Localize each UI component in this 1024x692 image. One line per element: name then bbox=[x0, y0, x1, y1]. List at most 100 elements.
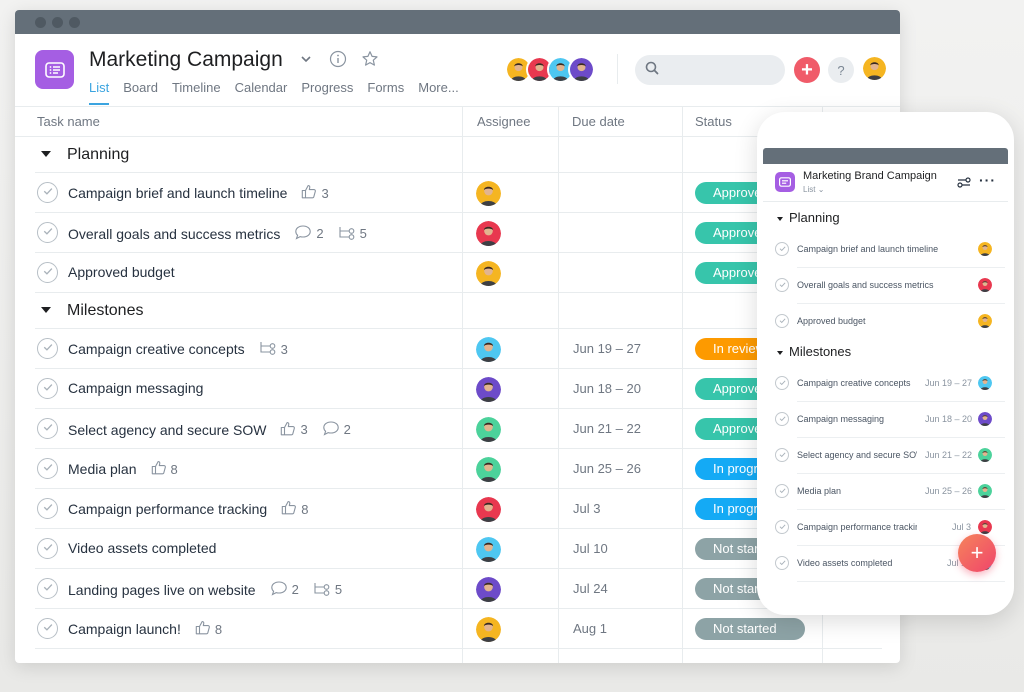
window-close-dot[interactable] bbox=[35, 16, 46, 28]
assignee-avatar[interactable] bbox=[476, 577, 501, 602]
complete-checkbox[interactable] bbox=[775, 412, 789, 426]
complete-checkbox[interactable] bbox=[775, 520, 789, 534]
due-date[interactable]: Jun 25 – 26 bbox=[573, 461, 641, 476]
member-avatar[interactable] bbox=[568, 56, 595, 83]
due-date[interactable]: Aug 1 bbox=[573, 621, 607, 636]
search-bar[interactable] bbox=[635, 55, 785, 85]
collapse-triangle-icon[interactable] bbox=[777, 216, 783, 221]
mobile-task-row[interactable]: Media plan Jun 25 – 26 bbox=[775, 474, 1005, 510]
subtasks-count[interactable]: 5 bbox=[313, 581, 342, 599]
likes-count[interactable]: 8 bbox=[195, 620, 222, 638]
assignee-avatar[interactable] bbox=[476, 537, 501, 562]
window-maximize-dot[interactable] bbox=[69, 16, 80, 28]
tab-progress[interactable]: Progress bbox=[301, 80, 353, 105]
mobile-assignee-avatar[interactable] bbox=[978, 448, 992, 462]
task-row[interactable]: Campaign brief and launch timeline 3 Appr… bbox=[35, 173, 882, 213]
task-row[interactable]: Video assets completed Jul 10 Not starte… bbox=[35, 529, 882, 569]
collapse-triangle-icon[interactable] bbox=[41, 151, 51, 157]
complete-checkbox[interactable] bbox=[37, 222, 58, 243]
complete-checkbox[interactable] bbox=[775, 376, 789, 390]
collapse-triangle-icon[interactable] bbox=[777, 350, 783, 355]
task-name[interactable]: Video assets completed bbox=[68, 540, 216, 556]
status-badge[interactable]: Not started bbox=[695, 618, 805, 640]
mobile-view-selector[interactable]: List ⌄ bbox=[803, 185, 824, 194]
task-row[interactable]: Media plan 8 Jun 25 – 26 In progress bbox=[35, 449, 882, 489]
task-name[interactable]: Overall goals and success metrics bbox=[68, 226, 280, 242]
complete-checkbox[interactable] bbox=[37, 458, 58, 479]
subtasks-count[interactable]: 3 bbox=[259, 340, 288, 358]
user-avatar[interactable] bbox=[861, 55, 888, 82]
due-date[interactable]: Jun 19 – 27 bbox=[573, 341, 641, 356]
task-row[interactable]: Landing pages live on website 2 5 Jul 24 N… bbox=[35, 569, 882, 609]
tab-forms[interactable]: Forms bbox=[367, 80, 404, 105]
tab-board[interactable]: Board bbox=[123, 80, 158, 105]
mobile-task-row[interactable]: Campaign messaging Jun 18 – 20 bbox=[775, 402, 1005, 438]
comments-count[interactable]: 2 bbox=[322, 420, 351, 439]
project-members[interactable] bbox=[505, 56, 595, 83]
complete-checkbox[interactable] bbox=[37, 418, 58, 439]
mobile-assignee-avatar[interactable] bbox=[978, 242, 992, 256]
task-row[interactable]: Campaign creative concepts 3 Jun 19 – 27 … bbox=[35, 329, 882, 369]
due-date[interactable]: Jun 21 – 22 bbox=[573, 421, 641, 436]
section-header[interactable]: Milestones bbox=[35, 293, 882, 329]
complete-checkbox[interactable] bbox=[775, 314, 789, 328]
column-header-assignee[interactable]: Assignee bbox=[477, 107, 530, 137]
section-header[interactable]: Planning bbox=[35, 137, 882, 173]
mobile-assignee-avatar[interactable] bbox=[978, 376, 992, 390]
mobile-assignee-avatar[interactable] bbox=[978, 314, 992, 328]
task-name[interactable]: Media plan bbox=[68, 461, 137, 477]
mobile-section-header[interactable]: Milestones bbox=[777, 344, 851, 359]
mobile-task-row[interactable]: Approved budget bbox=[775, 304, 1005, 340]
complete-checkbox[interactable] bbox=[775, 278, 789, 292]
tab-more[interactable]: More... bbox=[418, 80, 458, 105]
complete-checkbox[interactable] bbox=[37, 378, 58, 399]
complete-checkbox[interactable] bbox=[37, 182, 58, 203]
info-icon[interactable] bbox=[329, 50, 347, 68]
task-name[interactable]: Campaign creative concepts bbox=[68, 341, 245, 357]
assignee-avatar[interactable] bbox=[476, 221, 501, 246]
subtasks-count[interactable]: 5 bbox=[338, 225, 367, 243]
mobile-assignee-avatar[interactable] bbox=[978, 412, 992, 426]
mobile-task-row[interactable]: Select agency and secure SOW Jun 21 – 22 bbox=[775, 438, 1005, 474]
complete-checkbox[interactable] bbox=[37, 262, 58, 283]
search-input[interactable] bbox=[665, 63, 775, 77]
help-button[interactable]: ? bbox=[828, 57, 854, 83]
collapse-triangle-icon[interactable] bbox=[41, 307, 51, 313]
likes-count[interactable]: 3 bbox=[280, 421, 308, 439]
complete-checkbox[interactable] bbox=[775, 556, 789, 570]
task-name[interactable]: Select agency and secure SOW bbox=[68, 422, 266, 438]
task-row[interactable]: Campaign messaging Jun 18 – 20 Approved bbox=[35, 369, 882, 409]
due-date[interactable]: Jul 3 bbox=[573, 501, 600, 516]
complete-checkbox[interactable] bbox=[37, 578, 58, 599]
column-header-due[interactable]: Due date bbox=[572, 107, 625, 137]
filter-icon[interactable] bbox=[957, 175, 971, 193]
complete-checkbox[interactable] bbox=[37, 618, 58, 639]
quick-add-button[interactable]: + bbox=[794, 57, 820, 83]
tab-calendar[interactable]: Calendar bbox=[235, 80, 288, 105]
task-name[interactable]: Campaign messaging bbox=[68, 380, 203, 396]
task-row[interactable]: Campaign launch! 8 Aug 1 Not started bbox=[35, 609, 882, 649]
likes-count[interactable]: 3 bbox=[301, 184, 329, 202]
more-options-icon[interactable]: ··· bbox=[979, 172, 996, 188]
complete-checkbox[interactable] bbox=[775, 448, 789, 462]
mobile-task-row[interactable]: Overall goals and success metrics bbox=[775, 268, 1005, 304]
due-date[interactable]: Jul 10 bbox=[573, 541, 608, 556]
complete-checkbox[interactable] bbox=[775, 242, 789, 256]
chevron-down-icon[interactable] bbox=[297, 50, 315, 68]
task-row[interactable]: Overall goals and success metrics 2 5 Appr… bbox=[35, 213, 882, 253]
assignee-avatar[interactable] bbox=[476, 337, 501, 362]
assignee-avatar[interactable] bbox=[476, 617, 501, 642]
column-header-status[interactable]: Status bbox=[695, 107, 732, 137]
complete-checkbox[interactable] bbox=[37, 338, 58, 359]
task-row[interactable]: Campaign performance tracking 8 Jul 3 In … bbox=[35, 489, 882, 529]
assignee-avatar[interactable] bbox=[476, 261, 501, 286]
comments-count[interactable]: 2 bbox=[294, 224, 324, 243]
mobile-section-header[interactable]: Planning bbox=[777, 210, 840, 225]
complete-checkbox[interactable] bbox=[775, 484, 789, 498]
assignee-avatar[interactable] bbox=[476, 457, 501, 482]
task-name[interactable]: Campaign launch! bbox=[68, 621, 181, 637]
task-name[interactable]: Campaign performance tracking bbox=[68, 501, 267, 517]
task-row[interactable]: Approved budget Approved bbox=[35, 253, 882, 293]
tab-list[interactable]: List bbox=[89, 80, 110, 105]
mobile-task-row[interactable]: Campaign creative concepts Jun 19 – 27 bbox=[775, 366, 1005, 402]
